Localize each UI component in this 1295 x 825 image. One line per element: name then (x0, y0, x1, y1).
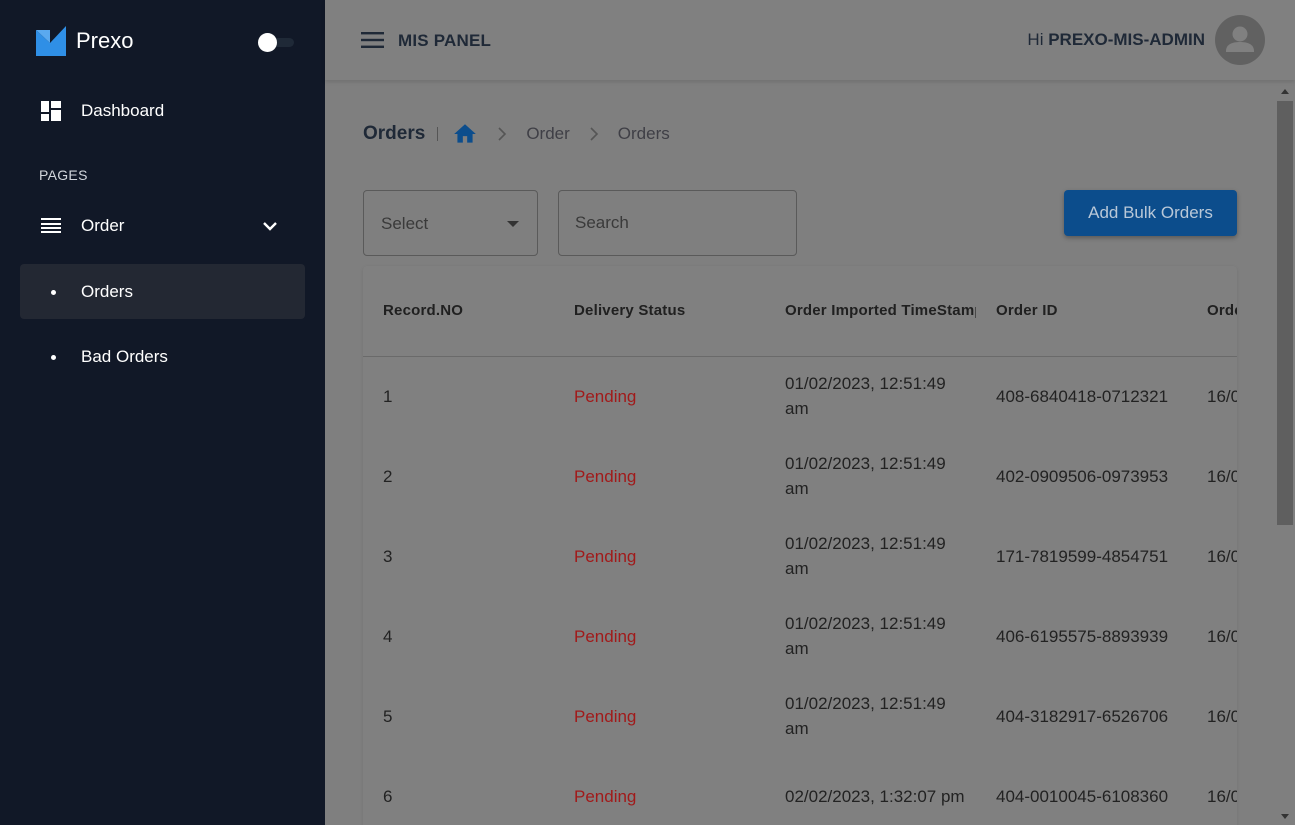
column-header-imported-timestamp[interactable]: Order Imported TimeStamp (765, 266, 976, 357)
prexo-logo-icon (36, 26, 66, 56)
cell-delivery-status: Pending (574, 706, 637, 726)
sidebar-item-bad-orders[interactable]: Bad Orders (20, 329, 305, 384)
scroll-down-arrow-icon[interactable] (1281, 814, 1289, 819)
bullet-icon (51, 289, 56, 295)
cell-order-date: 16/0 (1207, 546, 1237, 566)
cell-imported-timestamp: 02/02/2023, 1:32:07 pm (785, 786, 965, 806)
search-input[interactable] (558, 190, 797, 256)
select-value: Select (381, 214, 429, 233)
cell-order-date: 16/0 (1207, 386, 1237, 406)
breadcrumb-item-order[interactable]: Order (526, 124, 569, 144)
section-label-pages: PAGES (39, 167, 88, 183)
caret-down-icon (507, 221, 519, 227)
main-content: Orders Order Orders Select Add Bulk Orde… (325, 80, 1295, 825)
sidebar-item-label: Bad Orders (81, 346, 168, 366)
add-bulk-orders-button[interactable]: Add Bulk Orders (1064, 190, 1237, 236)
table-row[interactable]: 4 Pending 01/02/2023, 12:51:49 am 406-61… (363, 596, 1237, 676)
chevron-right-icon (498, 127, 507, 141)
theme-toggle[interactable] (258, 33, 294, 52)
greeting-prefix: Hi (1027, 30, 1044, 49)
cell-delivery-status: Pending (574, 786, 637, 806)
header-title: MIS PANEL (398, 31, 492, 50)
cell-imported-timestamp: 01/02/2023, 12:51:49 am (785, 374, 946, 419)
sidebar-item-dashboard[interactable]: Dashboard (20, 83, 305, 138)
menu-icon[interactable] (361, 30, 384, 50)
column-header-record-no[interactable]: Record.NO (363, 266, 554, 357)
cell-record-no: 1 (383, 386, 393, 406)
cell-order-date: 16/0 (1207, 786, 1237, 806)
cell-record-no: 4 (383, 626, 393, 646)
cell-imported-timestamp: 01/02/2023, 12:51:49 am (785, 614, 946, 658)
list-icon (41, 217, 61, 233)
bullet-icon (51, 354, 56, 360)
brand-name: Prexo (76, 28, 134, 53)
sidebar-item-label: Dashboard (81, 100, 165, 120)
cell-order-id: 408-6840418-0712321 (996, 386, 1169, 406)
table-header-row: Record.NO Delivery Status Order Imported… (363, 266, 1237, 357)
orders-table-container: Record.NO Delivery Status Order Imported… (363, 266, 1237, 825)
chevron-right-icon (590, 127, 598, 141)
breadcrumb: Orders Order Orders (363, 122, 670, 146)
sidebar: Prexo Dashboard PAGES Order Orders Bad O… (0, 0, 325, 825)
cell-delivery-status: Pending (574, 626, 637, 646)
sidebar-item-label: Orders (81, 281, 133, 301)
column-header-delivery-status[interactable]: Delivery Status (554, 266, 765, 357)
table-row[interactable]: 2 Pending 01/02/2023, 12:51:49 am 402-09… (363, 436, 1237, 516)
sidebar-item-label: Order (81, 215, 125, 235)
username: PREXO-MIS-ADMIN (1048, 30, 1205, 49)
top-header: MIS PANEL Hi PREXO-MIS-ADMIN (325, 0, 1295, 80)
cell-order-id: 404-3182917-6526706 (996, 706, 1169, 726)
cell-order-id: 402-0909506-0973953 (996, 466, 1169, 486)
breadcrumb-item-orders[interactable]: Orders (618, 124, 670, 144)
page-title: Orders (363, 123, 426, 144)
cell-record-no: 2 (383, 466, 393, 486)
cell-record-no: 6 (383, 786, 393, 806)
table-row[interactable]: 6 Pending 02/02/2023, 1:32:07 pm 404-001… (363, 756, 1237, 825)
cell-order-id: 171-7819599-4854751 (996, 546, 1169, 566)
cell-record-no: 3 (383, 546, 393, 566)
column-header-order-id[interactable]: Order ID (976, 266, 1187, 357)
user-icon (1226, 26, 1254, 52)
cell-imported-timestamp: 01/02/2023, 12:51:49 am (785, 534, 946, 578)
cell-order-date: 16/0 (1207, 466, 1237, 486)
orders-table: Record.NO Delivery Status Order Imported… (363, 266, 1237, 825)
table-row[interactable]: 1 Pending 01/02/2023, 12:51:49 am 408-68… (363, 356, 1237, 436)
chevron-down-icon (263, 221, 277, 231)
cell-order-date: 16/0 (1207, 626, 1237, 646)
cell-order-id: 406-6195575-8893939 (996, 626, 1169, 646)
brand[interactable]: Prexo (36, 26, 133, 56)
cell-imported-timestamp: 01/02/2023, 12:51:49 am (785, 454, 946, 498)
dashboard-icon (41, 100, 61, 121)
toggle-knob (258, 33, 277, 52)
cell-delivery-status: Pending (574, 386, 637, 406)
cell-imported-timestamp: 01/02/2023, 12:51:49 am (785, 694, 946, 738)
home-icon[interactable] (452, 121, 478, 147)
cell-delivery-status: Pending (574, 546, 637, 566)
cell-order-id: 404-0010045-6108360 (996, 786, 1169, 806)
cell-record-no: 5 (383, 706, 393, 726)
sidebar-item-orders[interactable]: Orders (20, 264, 305, 319)
cell-delivery-status: Pending (574, 466, 637, 486)
sidebar-item-order[interactable]: Order (20, 198, 305, 253)
column-header-order-date[interactable]: Order Date (1187, 266, 1237, 357)
page-scrollbar[interactable] (1275, 80, 1295, 825)
scrollbar-thumb[interactable] (1277, 101, 1293, 525)
cell-order-date: 16/0 (1207, 706, 1237, 726)
filter-select[interactable]: Select (363, 190, 538, 256)
user-greeting: Hi PREXO-MIS-ADMIN (1027, 30, 1205, 50)
scroll-up-arrow-icon[interactable] (1281, 89, 1289, 94)
table-row[interactable]: 5 Pending 01/02/2023, 12:51:49 am 404-31… (363, 676, 1237, 756)
avatar[interactable] (1215, 15, 1265, 65)
breadcrumb-divider (437, 127, 439, 141)
table-row[interactable]: 3 Pending 01/02/2023, 12:51:49 am 171-78… (363, 516, 1237, 596)
